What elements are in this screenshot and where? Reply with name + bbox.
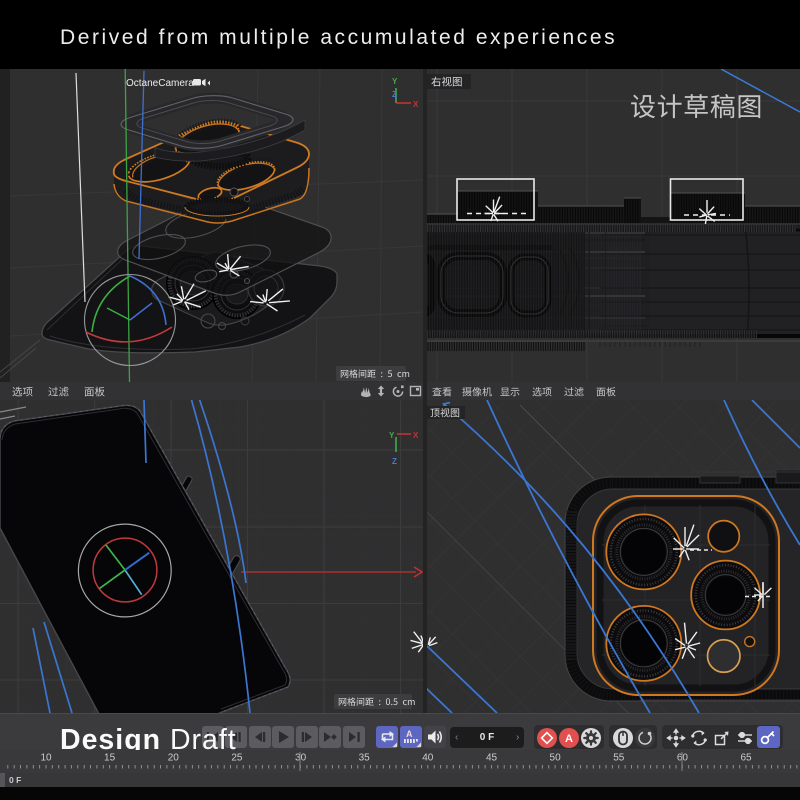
svg-text:Z: Z — [392, 90, 397, 99]
svg-text:X: X — [413, 431, 419, 440]
svg-text:0 F: 0 F — [9, 775, 21, 785]
svg-text:50: 50 — [550, 753, 562, 764]
svg-text:30: 30 — [295, 753, 307, 764]
svg-text:45: 45 — [486, 753, 498, 764]
svg-text:25: 25 — [231, 753, 243, 764]
svg-text:35: 35 — [359, 753, 371, 764]
svg-text:60: 60 — [677, 753, 689, 764]
svg-text:55: 55 — [613, 753, 625, 764]
svg-text:X: X — [413, 100, 419, 109]
svg-text:15: 15 — [104, 753, 116, 764]
svg-text:Y: Y — [392, 77, 398, 86]
svg-text:40: 40 — [422, 753, 434, 764]
svg-text:65: 65 — [740, 753, 752, 764]
svg-text:A: A — [565, 733, 573, 745]
svg-text:A: A — [406, 729, 413, 739]
svg-text:Y: Y — [389, 431, 395, 440]
svg-text:OctaneCamera: OctaneCamera — [126, 78, 194, 89]
svg-text:10: 10 — [40, 753, 52, 764]
svg-text:20: 20 — [168, 753, 180, 764]
svg-text:Z: Z — [392, 457, 397, 466]
